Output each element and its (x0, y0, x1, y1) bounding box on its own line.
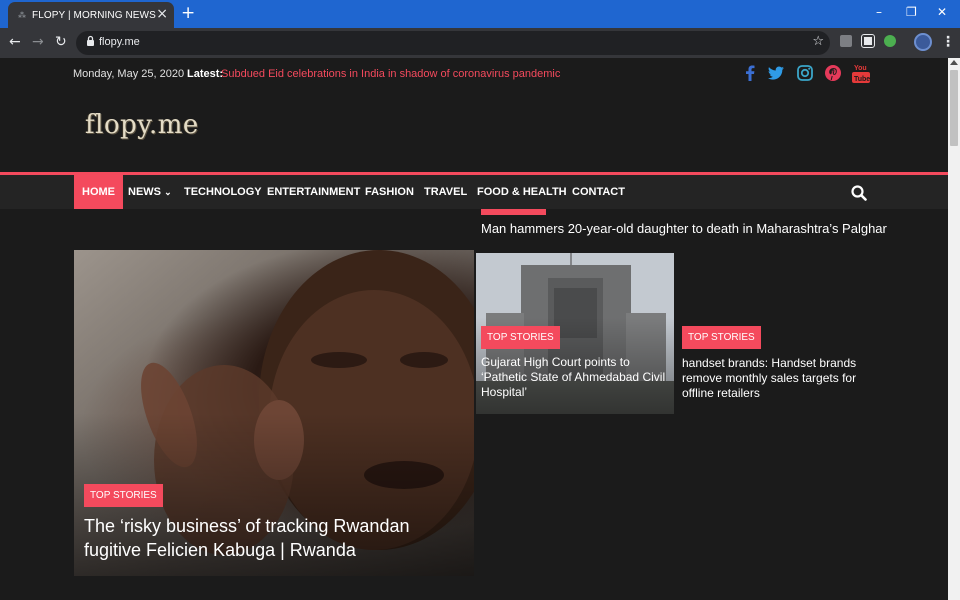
current-date: Monday, May 25, 2020 (73, 68, 185, 80)
category-badge[interactable]: TOP STORIES (84, 484, 163, 507)
extension-green-icon[interactable] (884, 35, 896, 47)
menu-icon[interactable]: ⋮ (941, 34, 955, 50)
story-card-gujarat[interactable]: TOP STORIES Gujarat High Court points to… (476, 253, 674, 414)
top-info-bar: Monday, May 25, 2020 Latest: Subdued Eid… (0, 58, 948, 90)
profile-avatar[interactable] (914, 33, 932, 51)
story-title-handset[interactable]: handset brands: Handset brands remove mo… (682, 356, 872, 401)
nav-technology[interactable]: TECHNOLOGY (184, 175, 262, 209)
reload-icon[interactable]: ↻ (55, 33, 67, 51)
ticker-accent-bar (481, 209, 546, 215)
scroll-up-arrow-icon[interactable] (950, 60, 958, 65)
header-band: flopy.me (0, 90, 948, 172)
svg-text:You: You (854, 65, 867, 72)
twitter-icon[interactable] (767, 64, 785, 82)
browser-toolbar: ← → ↻ flopy.me ☆ ⋮ (0, 28, 960, 58)
pinterest-icon[interactable] (824, 64, 842, 82)
address-bar[interactable]: flopy.me ☆ (76, 31, 830, 55)
favicon-icon: ⁂ (18, 10, 26, 20)
browser-tab[interactable]: ⁂ FLOPY | MORNING NEWS × (8, 2, 174, 28)
search-icon[interactable] (851, 185, 867, 201)
category-badge[interactable]: TOP STORIES (682, 326, 761, 349)
lock-icon (87, 35, 94, 46)
page-scrollbar[interactable] (948, 58, 960, 600)
extension-icon[interactable] (840, 35, 852, 47)
main-navigation: HOME NEWS ⌄ TECHNOLOGY ENTERTAINMENT FAS… (0, 172, 948, 209)
latest-label: Latest: (187, 68, 224, 80)
close-tab-icon[interactable]: × (156, 6, 168, 22)
cast-icon[interactable] (861, 34, 875, 48)
svg-text:Tube: Tube (854, 76, 870, 83)
instagram-icon[interactable] (796, 64, 814, 82)
minimize-icon[interactable]: – (876, 5, 882, 19)
nav-entertainment[interactable]: ENTERTAINMENT (267, 175, 360, 209)
site-logo[interactable]: flopy.me (85, 110, 199, 140)
scroll-thumb[interactable] (950, 70, 958, 146)
back-icon[interactable]: ← (9, 33, 21, 51)
nav-news-label: NEWS (128, 186, 161, 198)
restore-icon[interactable]: ❐ (906, 5, 917, 19)
nav-fashion[interactable]: FASHION (365, 175, 414, 209)
close-window-icon[interactable]: ✕ (937, 5, 947, 19)
facebook-icon[interactable] (741, 64, 759, 82)
bookmark-star-icon[interactable]: ☆ (812, 34, 824, 49)
nav-food-health[interactable]: FOOD & HEALTH (477, 175, 567, 209)
latest-news-link[interactable]: Subdued Eid celebrations in India in sha… (221, 68, 560, 80)
category-badge[interactable]: TOP STORIES (481, 326, 560, 349)
nav-contact[interactable]: CONTACT (572, 175, 625, 209)
nav-news[interactable]: NEWS ⌄ (128, 175, 172, 209)
featured-story-title[interactable]: The ‘risky business’ of tracking Rwandan… (84, 514, 469, 562)
youtube-icon[interactable]: You Tube (851, 62, 871, 84)
nav-home[interactable]: HOME (74, 175, 123, 209)
url-text: flopy.me (99, 36, 140, 48)
new-tab-icon[interactable]: + (181, 4, 195, 22)
chevron-down-icon: ⌄ (164, 187, 172, 197)
browser-titlebar: ⁂ FLOPY | MORNING NEWS × + – ❐ ✕ (0, 0, 960, 28)
tab-title: FLOPY | MORNING NEWS (32, 9, 156, 21)
nav-travel[interactable]: TRAVEL (424, 175, 467, 209)
ticker-headline[interactable]: Man hammers 20-year-old daughter to deat… (481, 221, 887, 236)
forward-icon[interactable]: → (32, 33, 44, 51)
story-title-gujarat[interactable]: Gujarat High Court points to ‘Pathetic S… (481, 355, 671, 400)
featured-story-card[interactable]: TOP STORIES The ‘risky business’ of trac… (74, 250, 474, 576)
page-viewport: Monday, May 25, 2020 Latest: Subdued Eid… (0, 58, 948, 600)
